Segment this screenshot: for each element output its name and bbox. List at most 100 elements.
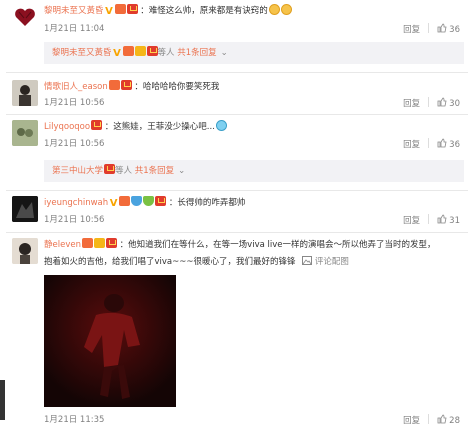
reply-username-link[interactable]: 黎明未至又黃昏 <box>52 48 112 58</box>
comment-actions: 回复 36 <box>403 23 460 36</box>
thumbs-up-icon <box>437 97 447 107</box>
like-button[interactable]: 28 <box>437 414 460 426</box>
reply-button[interactable]: 回复 <box>403 25 420 35</box>
username-link[interactable]: iyeungchinwah <box>44 198 108 208</box>
comment-actions: 回复 36 <box>403 138 460 151</box>
comment-text: ：这熊娃，王菲没少操心吧... <box>104 122 215 132</box>
reply-button[interactable]: 回复 <box>403 99 420 109</box>
comment-time: 1月21日 10:56 <box>44 139 105 149</box>
red-envelope-icon <box>91 120 103 130</box>
username-link[interactable]: Lilyqooqoo <box>44 122 90 132</box>
view-comment-image-link[interactable]: 评论配图 <box>315 257 349 267</box>
like-button[interactable]: 36 <box>437 138 460 150</box>
divider <box>428 138 430 148</box>
reply-summary-bar: 第三中山大学 等人 共1条回复 ⌄ <box>44 160 464 182</box>
divider <box>428 214 430 224</box>
red-envelope-icon <box>105 238 117 248</box>
heart-badge-icon <box>122 46 134 56</box>
divider <box>428 97 430 107</box>
comment-header: 黎明未至又黃昏 V ：难怪这么帅，原来都是有诀窍的 <box>44 4 292 18</box>
avatar-heart-image <box>15 8 35 26</box>
emoji-icon <box>280 4 292 15</box>
view-replies-link[interactable]: 共1条回复 <box>135 166 174 176</box>
comment-time: 1月21日 10:56 <box>44 215 105 225</box>
comment-text: ：长得帅的咋弄都帅 <box>168 198 246 208</box>
thumbs-up-icon <box>437 414 447 424</box>
thumbs-up-icon <box>437 23 447 33</box>
heart-badge-icon <box>81 238 93 248</box>
username-link[interactable]: 黎明未至又黃昏 <box>44 6 104 16</box>
comment-text: ：他知道我们在等什么，在等一场viva live一样的演唱会～所以他弄了当时的发… <box>119 240 436 250</box>
reply-button[interactable]: 回复 <box>403 216 420 226</box>
reply-suffix: 等人 <box>115 166 133 176</box>
comment-header: iyeungchinwah V ：长得帅的咋弄都帅 <box>44 196 245 210</box>
divider <box>428 414 430 424</box>
thumbs-up-icon <box>437 138 447 148</box>
emoji-icon <box>215 120 227 131</box>
view-replies-link[interactable]: 共1条回复 <box>177 48 216 58</box>
avatar-photo <box>12 120 38 146</box>
reply-button[interactable]: 回复 <box>403 140 420 150</box>
divider <box>6 114 468 115</box>
vip-icon <box>134 46 146 56</box>
comment-text: ：哈哈哈哈你要笑死我 <box>134 82 220 92</box>
reply-username-link[interactable]: 第三中山大学 <box>52 166 103 176</box>
like-button[interactable]: 30 <box>437 97 460 109</box>
verified-icon: V <box>113 48 121 59</box>
like-button[interactable]: 36 <box>437 23 460 35</box>
divider <box>6 232 468 233</box>
avatar-photo <box>12 238 38 264</box>
comment-text: ：难怪这么帅，原来都是有诀窍的 <box>140 6 268 16</box>
emoji-icon <box>268 4 280 15</box>
comment-time: 1月21日 11:04 <box>44 24 105 34</box>
comment-actions: 回复 28 <box>403 414 460 427</box>
level-badge-icon <box>143 196 155 206</box>
heart-badge-icon <box>114 4 126 14</box>
comment-header: 静eleven ：他知道我们在等什么，在等一场viva live一样的演唱会～所… <box>44 238 436 252</box>
picture-icon <box>302 256 313 265</box>
reply-button[interactable]: 回复 <box>403 416 420 426</box>
red-envelope-icon <box>120 80 132 90</box>
like-count: 28 <box>449 416 460 426</box>
red-envelope-icon <box>126 4 138 14</box>
comment-image[interactable] <box>44 275 176 407</box>
comment-header: Lilyqooqoo ：这熊娃，王菲没少操心吧... <box>44 120 227 134</box>
comment-actions: 回复 31 <box>403 214 460 227</box>
avatar-photo <box>12 196 38 222</box>
avatar[interactable] <box>12 196 38 222</box>
like-count: 31 <box>449 216 460 226</box>
divider <box>6 72 468 73</box>
username-link[interactable]: 静eleven <box>44 240 81 250</box>
avatar-photo <box>12 80 38 106</box>
avatar[interactable] <box>12 238 38 264</box>
comment-header: 情歌旧人_eason ：哈哈哈哈你要笑死我 <box>44 80 219 94</box>
heart-badge-icon <box>119 196 131 206</box>
thumbs-up-icon <box>437 214 447 224</box>
chevron-down-icon: ⌄ <box>178 166 186 176</box>
like-button[interactable]: 31 <box>437 214 460 226</box>
chevron-down-icon: ⌄ <box>220 48 228 58</box>
scrollbar-edge <box>0 380 5 420</box>
divider <box>6 190 468 191</box>
reply-summary-bar: 黎明未至又黃昏 V 等人 共1条回复 ⌄ <box>44 42 464 64</box>
like-count: 30 <box>449 99 460 109</box>
avatar[interactable] <box>12 120 38 146</box>
comment-actions: 回复 30 <box>403 97 460 110</box>
comment-time: 1月21日 11:35 <box>44 415 105 425</box>
like-count: 36 <box>449 140 460 150</box>
shield-badge-icon <box>131 196 143 206</box>
username-link[interactable]: 情歌旧人_eason <box>44 82 108 92</box>
divider <box>428 23 430 33</box>
comment-text-continued: 抱着如火的吉他，给我们唱了viva~~~很暖心了，我们最好的锋锋 评论配图 <box>44 255 349 269</box>
verified-icon: V <box>109 198 118 209</box>
red-envelope-icon <box>155 196 167 206</box>
heart-badge-icon <box>108 80 120 90</box>
verified-icon: V <box>105 6 113 17</box>
avatar[interactable] <box>12 80 38 106</box>
comment-time: 1月21日 10:56 <box>44 98 105 108</box>
red-envelope-icon <box>104 164 116 174</box>
avatar[interactable] <box>12 4 38 30</box>
concert-photo <box>44 275 176 407</box>
like-count: 36 <box>449 25 460 35</box>
comment-text-line2: 抱着如火的吉他，给我们唱了viva~~~很暖心了，我们最好的锋锋 <box>44 257 296 267</box>
